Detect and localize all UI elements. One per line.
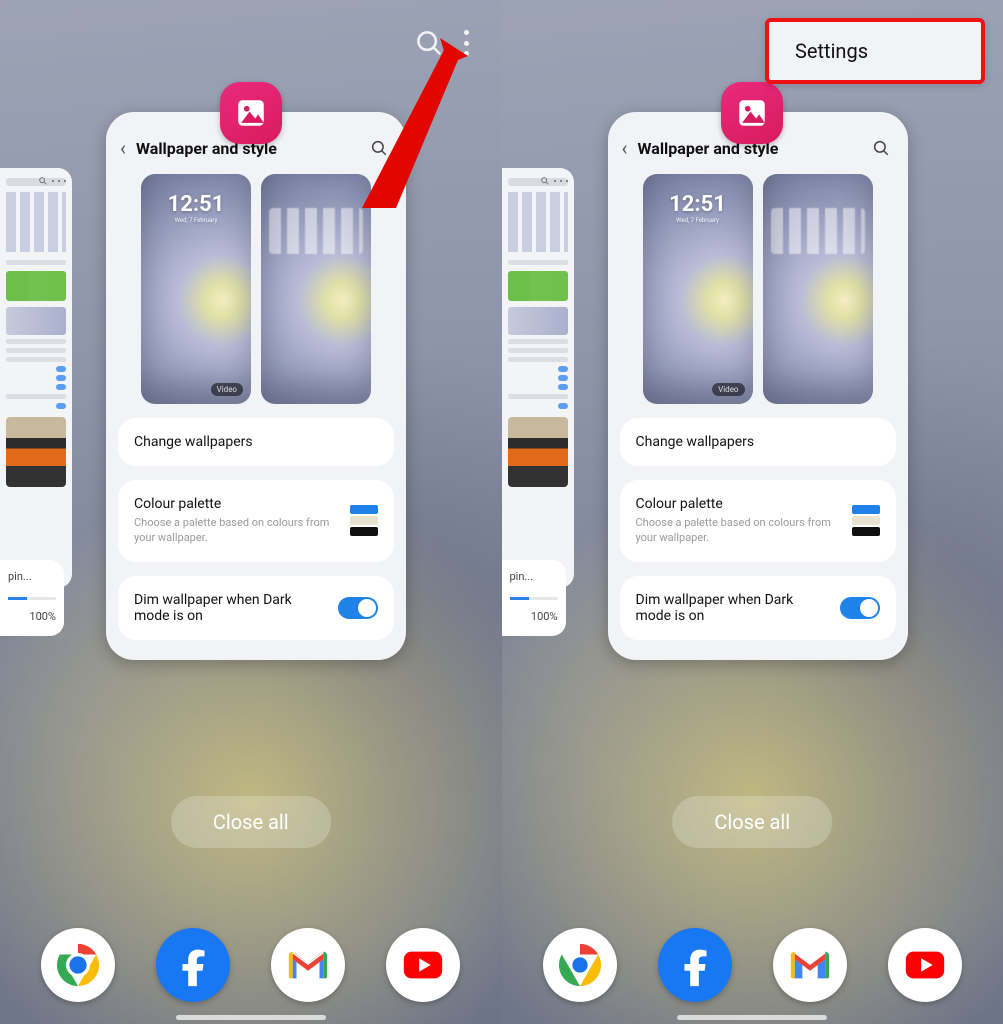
- gesture-nav-bar[interactable]: [176, 1015, 326, 1020]
- youtube-app-icon[interactable]: [386, 928, 460, 1002]
- search-icon[interactable]: [414, 28, 444, 58]
- dim-label: Dim wallpaper when Dark mode is on: [636, 592, 828, 624]
- download-progress-card[interactable]: pin... 100%: [0, 560, 64, 636]
- clock-time: 12:51: [669, 192, 726, 217]
- settings-label: Settings: [795, 39, 868, 63]
- clock-date: Wed, 7 February: [643, 217, 753, 224]
- more-icon[interactable]: [464, 30, 470, 56]
- palette-subtitle: Choose a palette based on colours from y…: [134, 516, 338, 546]
- change-wallpapers-label: Change wallpapers: [636, 434, 880, 450]
- search-icon[interactable]: [370, 139, 388, 157]
- dock: [502, 928, 1003, 1002]
- lock-screen-preview[interactable]: 12:51Wed, 7 February Video: [141, 174, 251, 404]
- settings-menu-item[interactable]: Settings: [765, 18, 985, 84]
- palette-title: Colour palette: [636, 496, 840, 512]
- palette-swatch-icon: [852, 505, 880, 536]
- back-icon[interactable]: ‹: [622, 136, 628, 160]
- change-wallpapers-row[interactable]: Change wallpapers: [620, 418, 896, 466]
- recent-app-card[interactable]: ‹ Wallpaper and style 12:51Wed, 7 Februa…: [106, 112, 406, 660]
- home-screen-preview[interactable]: [261, 174, 371, 404]
- back-icon[interactable]: ‹: [120, 136, 126, 160]
- gmail-app-icon[interactable]: [271, 928, 345, 1002]
- facebook-app-icon[interactable]: [658, 928, 732, 1002]
- progress-bar: [8, 597, 56, 600]
- video-badge: Video: [712, 383, 744, 396]
- lock-screen-preview[interactable]: 12:51Wed, 7 February Video: [643, 174, 753, 404]
- close-all-button[interactable]: Close all: [171, 796, 331, 848]
- dim-toggle[interactable]: [840, 597, 880, 619]
- dim-wallpaper-row[interactable]: Dim wallpaper when Dark mode is on: [620, 576, 896, 640]
- palette-swatch-icon: [350, 505, 378, 536]
- colour-palette-row[interactable]: Colour palette Choose a palette based on…: [620, 480, 896, 562]
- download-progress-card[interactable]: pin... 100%: [502, 560, 566, 636]
- wallpaper-app-icon[interactable]: [721, 82, 783, 144]
- clock-date: Wed, 7 February: [141, 217, 251, 224]
- change-wallpapers-row[interactable]: Change wallpapers: [118, 418, 394, 466]
- chrome-app-icon[interactable]: [543, 928, 617, 1002]
- dim-toggle[interactable]: [338, 597, 378, 619]
- download-name: pin...: [510, 570, 558, 583]
- search-icon[interactable]: [872, 139, 890, 157]
- chrome-app-icon[interactable]: [41, 928, 115, 1002]
- phone-screenshot-right: Settings pin... 100% ‹ Wallpaper and sty…: [502, 0, 1003, 1024]
- clock-time: 12:51: [168, 192, 225, 217]
- wallpaper-app-icon[interactable]: [220, 82, 282, 144]
- youtube-app-icon[interactable]: [888, 928, 962, 1002]
- phone-screenshot-left: pin... 100% ‹ Wallpaper and style 12:51W…: [0, 0, 502, 1024]
- previous-app-card[interactable]: [502, 168, 574, 588]
- progress-percent: 100%: [8, 610, 56, 623]
- gesture-nav-bar[interactable]: [677, 1015, 827, 1020]
- previous-app-card[interactable]: [0, 168, 72, 588]
- download-name: pin...: [8, 570, 56, 583]
- palette-subtitle: Choose a palette based on colours from y…: [636, 516, 840, 546]
- progress-percent: 100%: [510, 610, 558, 623]
- close-all-button[interactable]: Close all: [672, 796, 832, 848]
- home-screen-preview[interactable]: [763, 174, 873, 404]
- progress-bar: [510, 597, 558, 600]
- colour-palette-row[interactable]: Colour palette Choose a palette based on…: [118, 480, 394, 562]
- dim-label: Dim wallpaper when Dark mode is on: [134, 592, 326, 624]
- facebook-app-icon[interactable]: [156, 928, 230, 1002]
- dock: [0, 928, 502, 1002]
- recent-app-card[interactable]: ‹ Wallpaper and style 12:51Wed, 7 Februa…: [608, 112, 908, 660]
- gmail-app-icon[interactable]: [773, 928, 847, 1002]
- video-badge: Video: [211, 383, 243, 396]
- dim-wallpaper-row[interactable]: Dim wallpaper when Dark mode is on: [118, 576, 394, 640]
- palette-title: Colour palette: [134, 496, 338, 512]
- change-wallpapers-label: Change wallpapers: [134, 434, 378, 450]
